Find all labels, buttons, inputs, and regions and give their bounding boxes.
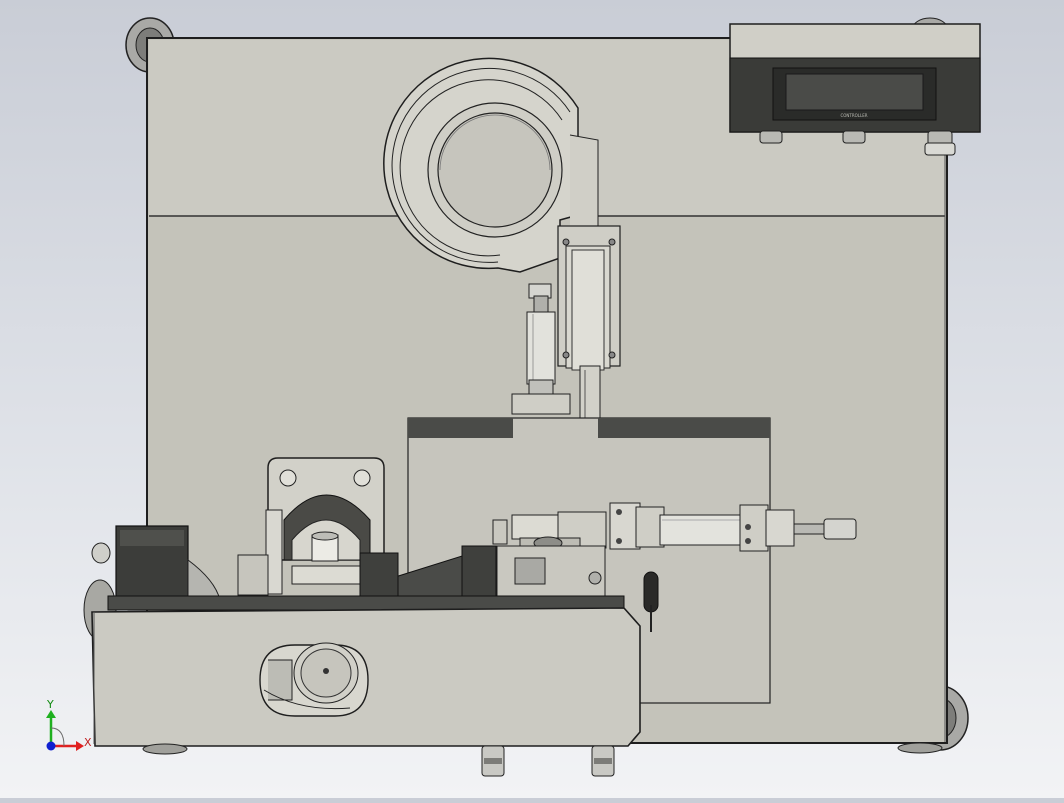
cutting-head-assembly [496, 511, 607, 597]
lcd-screen [785, 73, 924, 111]
x-axis-label: X [84, 736, 92, 749]
y-axis-label: Y [46, 698, 54, 711]
cad-viewport[interactable]: CONTROLLER X Y [0, 0, 1064, 798]
drive-wheel-window [259, 642, 369, 717]
bottom-fittings [142, 742, 943, 777]
display-controller-housing: CONTROLLER [729, 23, 981, 133]
origin-point [46, 741, 56, 751]
machine-assembly-drawing: CONTROLLER X Y [46, 17, 981, 777]
display-logo-text: CONTROLLER [840, 113, 867, 118]
coordinate-triad: X Y [46, 698, 92, 751]
